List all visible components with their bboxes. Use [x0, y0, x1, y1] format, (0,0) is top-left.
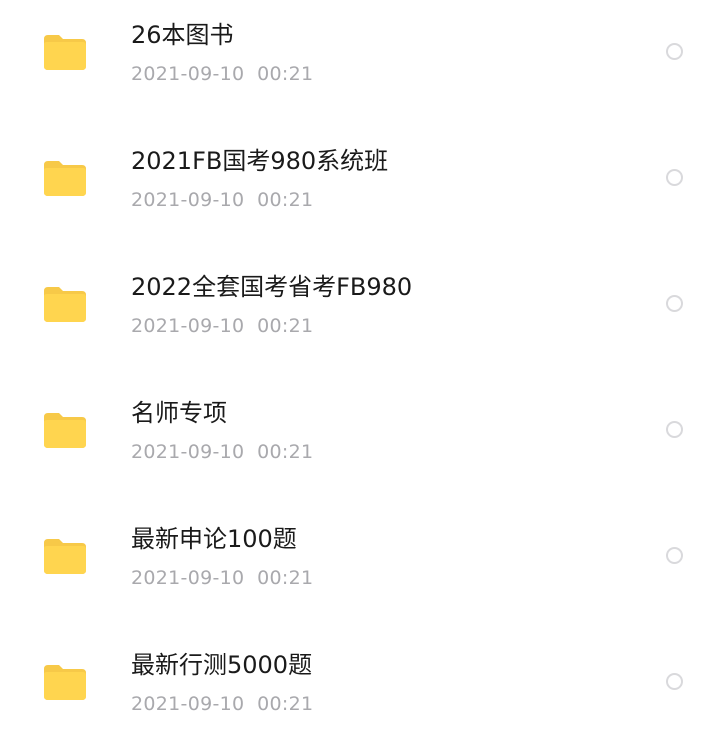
select-radio[interactable] — [666, 295, 683, 312]
folder-icon — [44, 538, 86, 574]
file-name: 2022全套国考省考FB980 — [131, 273, 413, 301]
folder-icon — [44, 412, 86, 448]
file-date: 2021-09-10 00:21 — [131, 693, 314, 715]
select-radio[interactable] — [666, 169, 683, 186]
folder-icon — [44, 286, 86, 322]
folder-icon — [44, 664, 86, 700]
file-date: 2021-09-10 00:21 — [131, 567, 314, 589]
file-date: 2021-09-10 00:21 — [131, 441, 314, 463]
select-radio[interactable] — [666, 547, 683, 564]
list-item[interactable]: 2021FB国考980系统班 2021-09-10 00:21 — [0, 126, 728, 252]
list-item[interactable]: 最新申论100题 2021-09-10 00:21 — [0, 504, 728, 630]
file-date: 2021-09-10 00:21 — [131, 315, 314, 337]
folder-icon — [44, 34, 86, 70]
list-item[interactable]: 名师专项 2021-09-10 00:21 — [0, 378, 728, 504]
select-radio[interactable] — [666, 43, 683, 60]
file-date: 2021-09-10 00:21 — [131, 63, 314, 85]
file-date: 2021-09-10 00:21 — [131, 189, 314, 211]
file-list: 26本图书 2021-09-10 00:21 2021FB国考980系统班 20… — [0, 0, 728, 721]
list-item[interactable]: 最新行测5000题 2021-09-10 00:21 — [0, 630, 728, 756]
list-item[interactable]: 26本图书 2021-09-10 00:21 — [0, 0, 728, 126]
list-item[interactable]: 2022全套国考省考FB980 2021-09-10 00:21 — [0, 252, 728, 378]
file-name: 2021FB国考980系统班 — [131, 147, 389, 175]
file-name: 最新行测5000题 — [131, 651, 313, 679]
file-name: 最新申论100题 — [131, 525, 297, 553]
file-name: 名师专项 — [131, 399, 227, 427]
select-radio[interactable] — [666, 421, 683, 438]
file-name: 26本图书 — [131, 21, 234, 49]
folder-icon — [44, 160, 86, 196]
select-radio[interactable] — [666, 673, 683, 690]
